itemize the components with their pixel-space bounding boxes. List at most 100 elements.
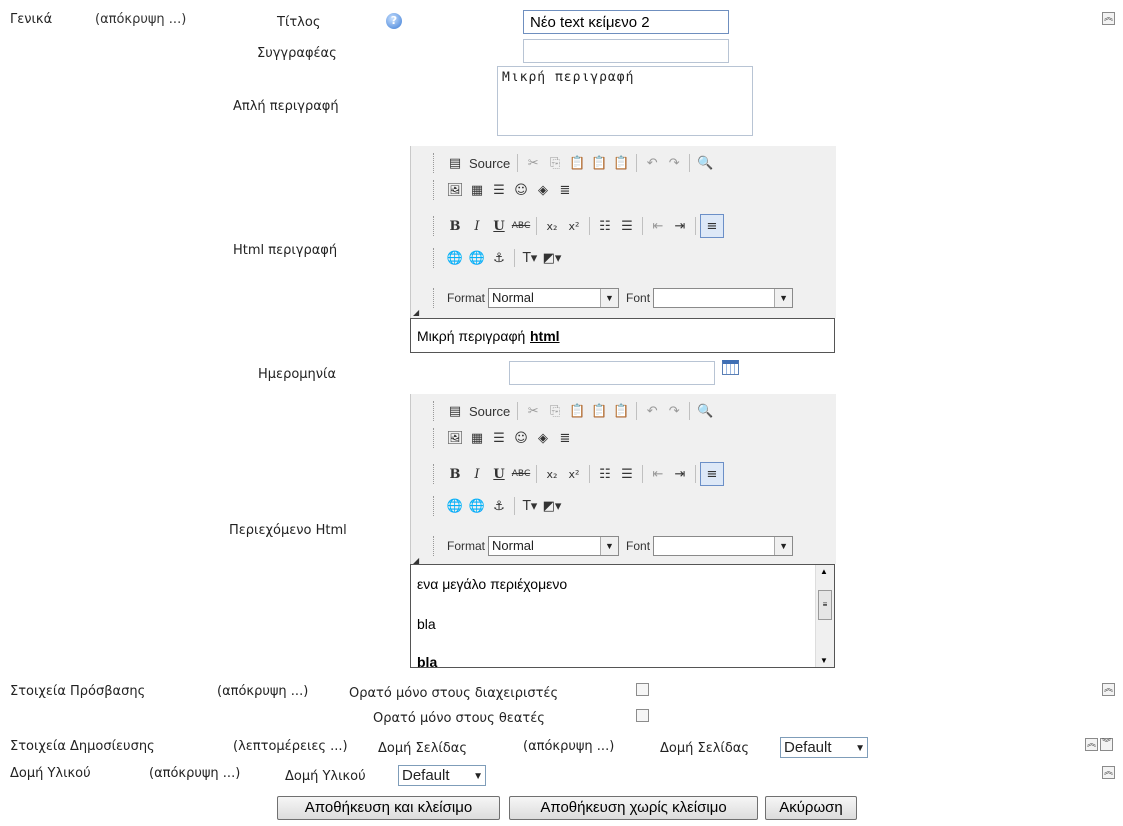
copy-icon[interactable]: ⎘ — [544, 152, 566, 174]
horizontal-rule-icon[interactable]: ☰ — [488, 427, 510, 449]
italic-icon[interactable]: I — [466, 463, 488, 485]
bullet-list-icon[interactable]: ☰ — [616, 463, 638, 485]
find-icon[interactable]: 🔍 — [694, 400, 716, 422]
paste-icon[interactable]: 📋 — [566, 400, 588, 422]
indent-icon[interactable]: ⇥ — [669, 215, 691, 237]
page-break-icon[interactable]: ≣ — [554, 427, 576, 449]
format-select[interactable]: Normal ▼ — [488, 536, 620, 556]
content-scrollbar[interactable]: ▲ ≡ ▼ — [815, 565, 834, 667]
simple-description-textarea[interactable]: Μικρή περιγραφή — [497, 66, 753, 136]
copy-icon[interactable]: ⎘ — [544, 400, 566, 422]
publish-expand-icon[interactable]: ︾ — [1100, 738, 1113, 751]
cancel-button[interactable]: Ακύρωση — [765, 796, 857, 820]
general-hide-link[interactable]: (απόκρυψη ...) — [95, 12, 186, 27]
publish-collapse-icon[interactable]: ︽ — [1085, 738, 1098, 751]
special-char-icon[interactable]: ◈ — [532, 179, 554, 201]
image-icon[interactable]: 🖼 — [444, 427, 466, 449]
paste-icon[interactable]: 📋 — [566, 152, 588, 174]
anchor-icon[interactable]: ⚓ — [488, 495, 510, 517]
cut-icon[interactable]: ✂ — [522, 152, 544, 174]
redo-icon[interactable]: ↷ — [663, 152, 685, 174]
unlink-icon[interactable]: 🌐 — [466, 247, 488, 269]
title-input[interactable]: Νέο text κείμενο 2 — [523, 10, 729, 34]
viewers-only-checkbox[interactable] — [636, 709, 649, 722]
outdent-icon[interactable]: ⇤ — [647, 463, 669, 485]
strike-icon[interactable]: ABC — [510, 215, 532, 237]
source-icon[interactable]: ▤ — [444, 152, 466, 174]
subscript-icon[interactable]: x₂ — [541, 463, 563, 485]
anchor-icon[interactable]: ⚓ — [488, 247, 510, 269]
justify-left-icon[interactable]: ≡ — [700, 462, 724, 486]
material-collapse-icon[interactable]: ︽ — [1102, 766, 1115, 779]
unlink-icon[interactable]: 🌐 — [466, 495, 488, 517]
page-break-icon[interactable]: ≣ — [554, 179, 576, 201]
author-input[interactable] — [523, 39, 729, 63]
strike-icon[interactable]: ABC — [510, 463, 532, 485]
bold-icon[interactable]: B — [444, 463, 466, 485]
access-hide-link[interactable]: (απόκρυψη ...) — [217, 684, 308, 699]
image-icon[interactable]: 🖼 — [444, 179, 466, 201]
link-icon[interactable]: 🌐 — [444, 247, 466, 269]
superscript-icon[interactable]: x² — [563, 463, 585, 485]
redo-icon[interactable]: ↷ — [663, 400, 685, 422]
bg-color-icon[interactable]: ◩▾ — [541, 495, 563, 517]
underline-icon[interactable]: U — [488, 463, 510, 485]
calendar-icon[interactable] — [722, 360, 739, 375]
font-select[interactable]: ▼ — [653, 288, 794, 308]
justify-left-icon[interactable]: ≡ — [700, 214, 724, 238]
text-color-icon[interactable]: T▾ — [519, 247, 541, 269]
source-button[interactable]: Source — [466, 404, 513, 419]
cut-icon[interactable]: ✂ — [522, 400, 544, 422]
page-structure-select[interactable]: Default ▼ — [780, 737, 868, 758]
access-collapse-icon[interactable]: ︽ — [1102, 683, 1115, 696]
paste-text-icon[interactable]: 📋 — [588, 400, 610, 422]
smiley-icon[interactable]: ☺ — [510, 179, 532, 201]
scroll-thumb[interactable]: ≡ — [818, 590, 832, 620]
html-link[interactable]: html — [530, 328, 560, 344]
special-char-icon[interactable]: ◈ — [532, 427, 554, 449]
table-icon[interactable]: ▦ — [466, 427, 488, 449]
numbered-list-icon[interactable]: ☷ — [594, 215, 616, 237]
underline-icon[interactable]: U — [488, 215, 510, 237]
admins-only-checkbox[interactable] — [636, 683, 649, 696]
general-collapse-icon[interactable]: ︽ — [1102, 12, 1115, 25]
undo-icon[interactable]: ↶ — [641, 400, 663, 422]
help-icon[interactable]: ? — [386, 13, 402, 29]
undo-icon[interactable]: ↶ — [641, 152, 663, 174]
format-select[interactable]: Normal ▼ — [488, 288, 620, 308]
font-select[interactable]: ▼ — [653, 536, 794, 556]
find-icon[interactable]: 🔍 — [694, 152, 716, 174]
paste-text-icon[interactable]: 📋 — [588, 152, 610, 174]
italic-icon[interactable]: I — [466, 215, 488, 237]
material-select[interactable]: Default ▼ — [398, 765, 486, 786]
content-editor-body[interactable]: ενα μεγάλο περιέχομενο bla bla ▲ ≡ ▼ — [410, 564, 835, 668]
page-structure-hide-link[interactable]: (απόκρυψη ...) — [523, 739, 614, 754]
date-input[interactable] — [509, 361, 715, 385]
table-icon[interactable]: ▦ — [466, 179, 488, 201]
publish-details-link[interactable]: (λεπτομέρειες ...) — [233, 739, 348, 754]
bg-color-icon[interactable]: ◩▾ — [541, 247, 563, 269]
text-color-icon[interactable]: T▾ — [519, 495, 541, 517]
bullet-list-icon[interactable]: ☰ — [616, 215, 638, 237]
subscript-icon[interactable]: x₂ — [541, 215, 563, 237]
html-description-content[interactable]: Μικρή περιγραφή html — [410, 318, 835, 353]
paste-word-icon[interactable]: 📋 — [610, 400, 632, 422]
scroll-down-icon[interactable]: ▼ — [820, 656, 828, 665]
resize-grip-icon[interactable]: ◢ — [413, 556, 419, 565]
source-icon[interactable]: ▤ — [444, 400, 466, 422]
outdent-icon[interactable]: ⇤ — [647, 215, 669, 237]
save-without-close-button[interactable]: Αποθήκευση χωρίς κλείσιμο — [509, 796, 758, 820]
source-button[interactable]: Source — [466, 156, 513, 171]
horizontal-rule-icon[interactable]: ☰ — [488, 179, 510, 201]
paste-word-icon[interactable]: 📋 — [610, 152, 632, 174]
indent-icon[interactable]: ⇥ — [669, 463, 691, 485]
bold-icon[interactable]: B — [444, 215, 466, 237]
numbered-list-icon[interactable]: ☷ — [594, 463, 616, 485]
resize-grip-icon[interactable]: ◢ — [413, 308, 419, 317]
scroll-up-icon[interactable]: ▲ — [820, 567, 828, 576]
save-and-close-button[interactable]: Αποθήκευση και κλείσιμο — [277, 796, 500, 820]
smiley-icon[interactable]: ☺ — [510, 427, 532, 449]
link-icon[interactable]: 🌐 — [444, 495, 466, 517]
material-hide-link[interactable]: (απόκρυψη ...) — [149, 766, 240, 781]
superscript-icon[interactable]: x² — [563, 215, 585, 237]
